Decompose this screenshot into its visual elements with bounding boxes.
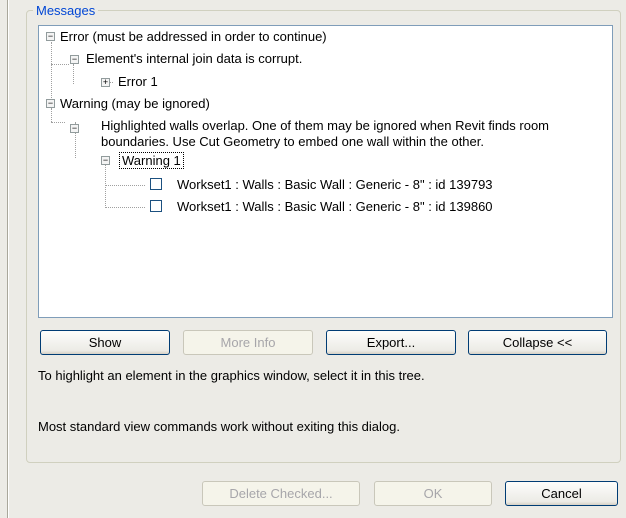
hint-view: Most standard view commands work without…: [38, 419, 400, 434]
tree-line: [51, 42, 52, 102]
collapse-toggle-icon[interactable]: −: [70, 55, 79, 64]
collapse-toggle-icon[interactable]: −: [46, 99, 55, 108]
hint-highlight: To highlight an element in the graphics …: [38, 368, 425, 383]
tree-line: [51, 64, 69, 65]
collapse-toggle-icon[interactable]: −: [70, 124, 79, 133]
window-edge: [7, 0, 9, 518]
more-info-button[interactable]: More Info: [183, 330, 313, 355]
cancel-button[interactable]: Cancel: [505, 481, 618, 506]
tree-node-error-root[interactable]: Error (must be addressed in order to con…: [60, 29, 327, 44]
show-button[interactable]: Show: [40, 330, 170, 355]
messages-title: Messages: [33, 3, 99, 18]
tree-line: [105, 185, 145, 186]
tree-node-element[interactable]: Workset1 : Walls : Basic Wall : Generic …: [177, 177, 493, 192]
delete-checked-button[interactable]: Delete Checked...: [202, 481, 360, 506]
collapse-button[interactable]: Collapse <<: [468, 330, 607, 355]
export-button[interactable]: Export...: [326, 330, 456, 355]
messages-tree[interactable]: − Error (must be addressed in order to c…: [38, 25, 613, 318]
collapse-toggle-icon[interactable]: −: [46, 32, 55, 41]
tree-line: [105, 164, 106, 208]
tree-node-element[interactable]: Workset1 : Walls : Basic Wall : Generic …: [177, 199, 493, 214]
tree-line: [105, 207, 145, 208]
ok-button[interactable]: OK: [374, 481, 492, 506]
tree-line: [51, 122, 65, 123]
tree-node-error-item[interactable]: Error 1: [118, 74, 158, 89]
tree-node-warning-child-line2[interactable]: boundaries. Use Cut Geometry to embed on…: [101, 134, 484, 149]
tree-node-warning-item[interactable]: Warning 1: [119, 152, 184, 169]
expand-toggle-icon[interactable]: +: [101, 78, 110, 87]
element-checkbox[interactable]: [150, 200, 162, 212]
collapse-toggle-icon[interactable]: −: [101, 156, 110, 165]
tree-node-warning-child-line1[interactable]: Highlighted walls overlap. One of them m…: [101, 118, 549, 133]
tree-node-error-child[interactable]: Element's internal join data is corrupt.: [86, 51, 302, 66]
tree-line: [51, 108, 52, 122]
tree-node-warning-root[interactable]: Warning (may be ignored): [60, 96, 210, 111]
tree-line: [73, 64, 74, 84]
element-checkbox[interactable]: [150, 178, 162, 190]
